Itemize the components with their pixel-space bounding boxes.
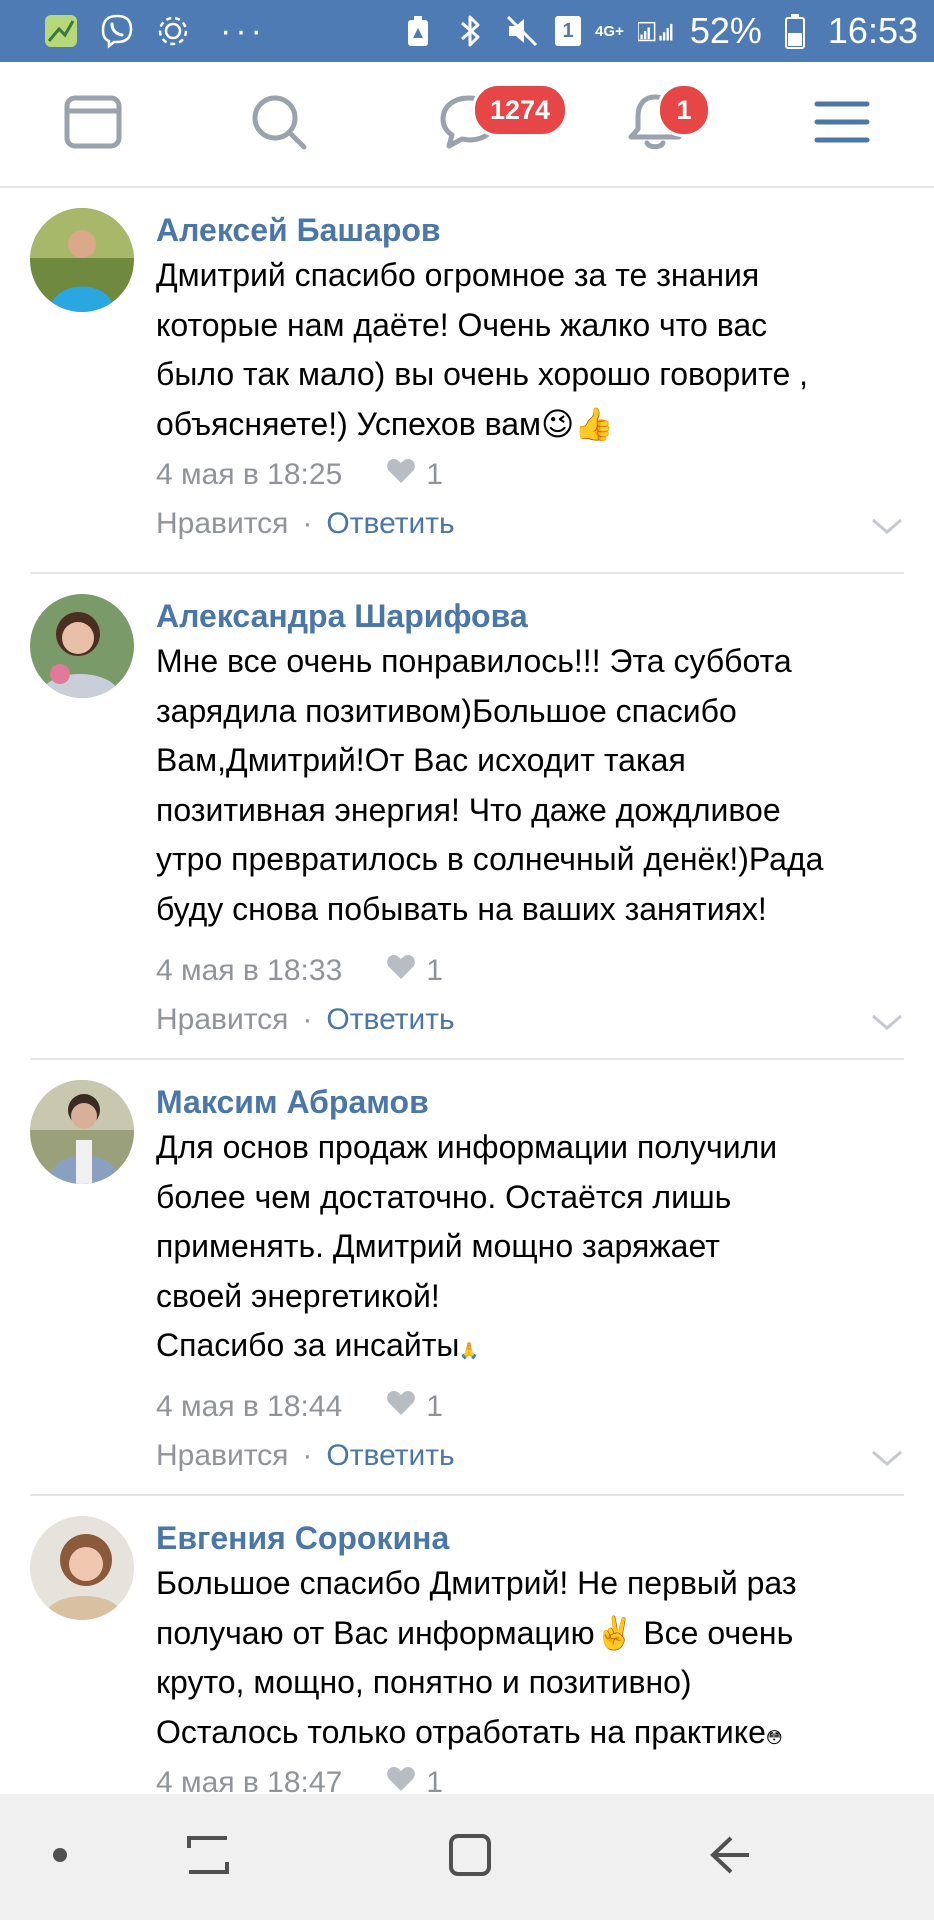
comment-actions: Нравится · Ответить: [156, 1000, 455, 1040]
comment-date: 4 мая в 18:25: [156, 458, 343, 491]
status-overflow-dots: ···: [220, 12, 266, 50]
comment-body: Для основ продаж информации получили бол…: [156, 1123, 916, 1371]
comment-actions: Нравится · Ответить: [156, 1436, 455, 1476]
divider: [30, 1494, 904, 1496]
reply-button[interactable]: Ответить: [326, 1436, 454, 1476]
comment-author[interactable]: Максим Абрамов: [156, 1082, 429, 1122]
reply-button[interactable]: Ответить: [326, 504, 454, 544]
battery-icon: [776, 12, 814, 50]
recents-icon: [183, 1832, 233, 1883]
heart-icon: [386, 1763, 416, 1794]
clock: 16:53: [827, 10, 918, 51]
comment-emoji: 🙏: [459, 1343, 480, 1360]
eco-icon: [399, 12, 437, 50]
notifications-badge: 1: [657, 83, 711, 137]
home-button[interactable]: [410, 1794, 530, 1920]
like-button[interactable]: Нравится: [156, 1436, 288, 1476]
comment-meta: 4 мая в 18:44 1: [156, 1387, 443, 1427]
comment-author[interactable]: Евгения Сорокина: [156, 1518, 449, 1558]
comment-emoji: 😉👍: [541, 404, 615, 443]
back-icon: [707, 1832, 753, 1883]
comment-meta: 4 мая в 18:47 1: [156, 1763, 443, 1794]
comment-date: 4 мая в 18:47: [156, 1766, 343, 1794]
comment-text: Мне все очень понравилось!!! Эта суббота…: [156, 643, 824, 927]
like-count[interactable]: 1: [386, 951, 443, 991]
heart-icon: [386, 1387, 416, 1427]
comment-body: Дмитрий спасибо огромное за те знания ко…: [156, 251, 916, 449]
bluetooth-icon: [451, 12, 489, 50]
newsfeed-button[interactable]: [28, 62, 158, 186]
sim-badge: 1: [555, 16, 582, 46]
separator-dot: ·: [302, 507, 313, 540]
comments-feed[interactable]: Алексей Башаров Дмитрий спасибо огромное…: [0, 188, 934, 1794]
comment-emoji: 😳: [765, 1729, 783, 1747]
network-type: 4G+: [595, 22, 624, 40]
like-button[interactable]: Нравится: [156, 1000, 288, 1040]
comment-body: Мне все очень понравилось!!! Эта суббота…: [156, 637, 934, 934]
like-count[interactable]: 1: [386, 1763, 443, 1794]
dot-icon: [52, 1847, 68, 1868]
search-icon: [249, 92, 309, 157]
avatar[interactable]: [30, 1516, 134, 1620]
comment-date: 4 мая в 18:44: [156, 1390, 343, 1423]
comment-text: Большое спасибо Дмитрий! Не первый раз п…: [156, 1565, 797, 1750]
chevron-down-icon[interactable]: [870, 1012, 904, 1037]
comment-date: 4 мая в 18:33: [156, 954, 343, 987]
back-button[interactable]: [670, 1794, 790, 1920]
search-button[interactable]: [214, 62, 344, 186]
status-bar: ··· 1 4G+ 52% 16:53: [0, 0, 934, 62]
like-button[interactable]: Нравится: [156, 504, 288, 544]
avatar[interactable]: [30, 594, 134, 698]
comment-meta: 4 мая в 18:25 1: [156, 455, 443, 495]
top-navigation: 1274 1: [0, 62, 934, 188]
comment-text: Для основ продаж информации получили бол…: [156, 1129, 778, 1363]
heart-icon: [386, 951, 416, 991]
comment-actions: Нравится · Ответить: [156, 504, 455, 544]
newsfeed-icon: [63, 94, 123, 155]
viber-icon: [98, 12, 136, 50]
reply-button[interactable]: Ответить: [326, 1000, 454, 1040]
mute-icon: [503, 12, 541, 50]
settings-icon: [154, 12, 192, 50]
menu-button[interactable]: [777, 62, 907, 186]
divider: [30, 572, 904, 574]
separator-dot: ·: [302, 1439, 313, 1472]
like-count[interactable]: 1: [386, 1387, 443, 1427]
system-navigation-bar: [0, 1794, 934, 1920]
dot-button[interactable]: [0, 1794, 120, 1920]
chevron-down-icon[interactable]: [870, 516, 904, 541]
home-icon: [447, 1832, 493, 1883]
like-count[interactable]: 1: [386, 455, 443, 495]
avatar[interactable]: [30, 1080, 134, 1184]
comment-author[interactable]: Алексей Башаров: [156, 210, 441, 250]
gallery-icon: [42, 12, 80, 50]
recents-button[interactable]: [148, 1794, 268, 1920]
signal-icon: [637, 12, 676, 50]
comment-author[interactable]: Александра Шарифова: [156, 596, 528, 636]
heart-icon: [386, 455, 416, 495]
menu-icon: [814, 98, 870, 151]
battery-percent: 52%: [689, 10, 762, 51]
comment-text: Дмитрий спасибо огромное за те знания ко…: [156, 257, 809, 442]
divider: [30, 1058, 904, 1060]
chevron-down-icon[interactable]: [870, 1448, 904, 1473]
comment-meta: 4 мая в 18:33 1: [156, 951, 443, 991]
messages-badge: 1274: [472, 83, 568, 137]
avatar[interactable]: [30, 208, 134, 312]
comment-body: Большое спасибо Дмитрий! Не первый раз п…: [156, 1559, 916, 1757]
separator-dot: ·: [302, 1003, 313, 1036]
